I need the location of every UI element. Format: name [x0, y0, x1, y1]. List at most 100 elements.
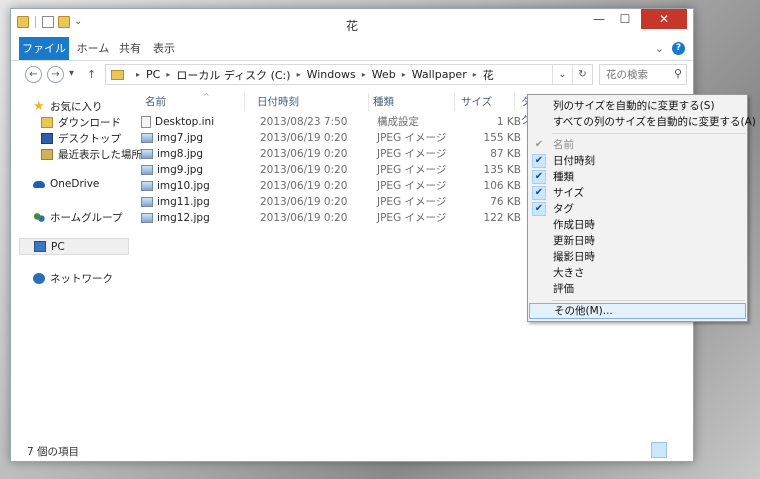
search-placeholder: 花の検索: [606, 69, 648, 81]
sort-ascending-icon: ^: [203, 92, 210, 101]
homegroup-icon: [33, 212, 45, 223]
help-icon[interactable]: ?: [672, 42, 685, 55]
crumb-pc[interactable]: PC: [146, 68, 160, 81]
address-bar[interactable]: ▸ PC ▸ ローカル ディスク (C:) ▸ Windows ▸ Web ▸ …: [105, 64, 593, 85]
tab-home[interactable]: ホーム: [73, 37, 113, 60]
image-file-icon: [141, 165, 153, 175]
crumb-web[interactable]: Web: [372, 68, 396, 81]
file-date: 2013/06/19 0:20: [260, 212, 348, 224]
column-header-type[interactable]: 種類: [367, 93, 455, 111]
address-folder-icon: [111, 69, 124, 80]
file-row[interactable]: img9.jpg 2013/06/19 0:20 JPEG イメージ 135 K…: [141, 162, 531, 178]
maximize-button[interactable]: ☐: [611, 9, 639, 29]
image-file-icon: [141, 149, 153, 159]
item-count: 7 個の項目: [27, 446, 80, 458]
file-row[interactable]: img11.jpg 2013/06/19 0:20 JPEG イメージ 76 K…: [141, 194, 531, 210]
breadcrumb-arrow-icon[interactable]: ▸: [136, 70, 140, 79]
file-type: JPEG イメージ: [377, 212, 447, 224]
close-button[interactable]: ✕: [641, 9, 687, 29]
file-row[interactable]: img7.jpg 2013/06/19 0:20 JPEG イメージ 155 K…: [141, 130, 531, 146]
breadcrumb-arrow-icon[interactable]: ▸: [402, 70, 406, 79]
crumb-wallpaper[interactable]: Wallpaper: [412, 68, 467, 81]
file-date: 2013/06/19 0:20: [260, 196, 348, 208]
up-button[interactable]: ↑: [87, 68, 96, 81]
nav-onedrive[interactable]: OneDrive: [33, 178, 99, 190]
nav-favorites[interactable]: ★ お気に入り: [33, 99, 103, 114]
file-date: 2013/06/19 0:20: [260, 180, 348, 192]
column-header-name[interactable]: 名前 ^: [139, 92, 245, 111]
file-name: img7.jpg: [157, 132, 204, 144]
file-size: 87 KB: [490, 148, 521, 160]
menu-column-tags[interactable]: ✔ タグ: [529, 201, 746, 217]
menu-column-size-label: サイズ: [553, 187, 585, 199]
forward-button[interactable]: →: [47, 66, 64, 83]
file-row[interactable]: img12.jpg 2013/06/19 0:20 JPEG イメージ 122 …: [141, 210, 531, 226]
file-type: JPEG イメージ: [377, 164, 447, 176]
column-header-size[interactable]: サイズ: [455, 93, 515, 111]
menu-column-rating[interactable]: 評価: [529, 281, 746, 297]
minimize-button[interactable]: —: [585, 9, 613, 29]
file-row[interactable]: img8.jpg 2013/06/19 0:20 JPEG イメージ 87 KB: [141, 146, 531, 162]
menu-column-created[interactable]: 作成日時: [529, 217, 746, 233]
file-date: 2013/06/19 0:20: [260, 132, 348, 144]
crumb-windows[interactable]: Windows: [307, 68, 356, 81]
file-size: 1 KB: [496, 116, 521, 128]
search-input[interactable]: 花の検索 ⚲: [599, 64, 687, 85]
menu-column-name: ✔ 名前: [529, 137, 746, 153]
menu-column-date[interactable]: ✔ 日付時刻: [529, 153, 746, 169]
tab-view[interactable]: 表示: [149, 37, 179, 60]
large-icons-view-icon[interactable]: [669, 442, 685, 458]
crumb-local-disk[interactable]: ローカル ディスク (C:): [176, 67, 290, 83]
back-button[interactable]: ←: [25, 66, 42, 83]
nav-downloads-label: ダウンロード: [58, 117, 121, 129]
expand-ribbon-icon[interactable]: ⌄: [655, 42, 664, 55]
menu-size-all-columns[interactable]: すべての列のサイズを自動的に変更する(A): [529, 114, 756, 130]
nav-network-label: ネットワーク: [50, 273, 113, 285]
address-row: ← → ▾ ↑ ▸ PC ▸ ローカル ディスク (C:) ▸ Windows …: [11, 61, 693, 89]
nav-recent-label: 最近表示した場所: [58, 149, 142, 161]
menu-column-size[interactable]: ✔ サイズ: [529, 185, 746, 201]
nav-pc[interactable]: PC: [19, 238, 129, 255]
nav-downloads[interactable]: ダウンロード: [41, 115, 121, 130]
menu-column-dimensions[interactable]: 大きさ: [529, 265, 746, 281]
image-file-icon: [141, 197, 153, 207]
file-row[interactable]: Desktop.ini 2013/08/23 7:50 構成設定 1 KB: [141, 114, 531, 130]
tab-share[interactable]: 共有: [115, 37, 145, 60]
menu-more-columns[interactable]: その他(M)...: [529, 303, 746, 319]
details-view-icon[interactable]: [651, 442, 667, 458]
address-history-icon[interactable]: ⌄: [552, 65, 572, 84]
file-name: img9.jpg: [157, 164, 204, 176]
crumb-flower[interactable]: 花: [483, 67, 494, 83]
image-file-icon: [141, 181, 153, 191]
breadcrumb-arrow-icon[interactable]: ▸: [362, 70, 366, 79]
tab-file[interactable]: ファイル: [19, 37, 69, 60]
breadcrumb-arrow-icon[interactable]: ▸: [473, 70, 477, 79]
nav-onedrive-label: OneDrive: [50, 178, 100, 190]
nav-homegroup[interactable]: ホームグループ: [33, 210, 123, 225]
star-icon: ★: [33, 99, 45, 114]
menu-column-modified[interactable]: 更新日時: [529, 233, 746, 249]
recent-locations-icon[interactable]: ▾: [69, 68, 74, 79]
search-icon[interactable]: ⚲: [674, 67, 682, 80]
menu-size-column[interactable]: 列のサイズを自動的に変更する(S): [529, 98, 746, 114]
ini-file-icon: [141, 116, 151, 128]
network-globe-icon: [33, 273, 45, 284]
file-type: JPEG イメージ: [377, 180, 447, 192]
image-file-icon: [141, 133, 153, 143]
recent-places-icon: [41, 149, 53, 160]
image-file-icon: [141, 213, 153, 223]
breadcrumb-arrow-icon[interactable]: ▸: [166, 70, 170, 79]
breadcrumb-arrow-icon[interactable]: ▸: [297, 70, 301, 79]
column-header-name-label: 名前: [145, 96, 166, 108]
file-row[interactable]: img10.jpg 2013/06/19 0:20 JPEG イメージ 106 …: [141, 178, 531, 194]
checkmark-icon: ✔: [532, 154, 546, 168]
nav-desktop[interactable]: デスクトップ: [41, 131, 121, 146]
column-header-date[interactable]: 日付時刻: [251, 93, 369, 111]
nav-network[interactable]: ネットワーク: [33, 271, 113, 286]
nav-recent[interactable]: 最近表示した場所: [41, 147, 142, 162]
downloads-folder-icon: [41, 117, 53, 128]
refresh-icon[interactable]: ↻: [572, 65, 592, 84]
menu-column-type[interactable]: ✔ 種類: [529, 169, 746, 185]
menu-column-date-taken[interactable]: 撮影日時: [529, 249, 746, 265]
file-type: JPEG イメージ: [377, 132, 447, 144]
